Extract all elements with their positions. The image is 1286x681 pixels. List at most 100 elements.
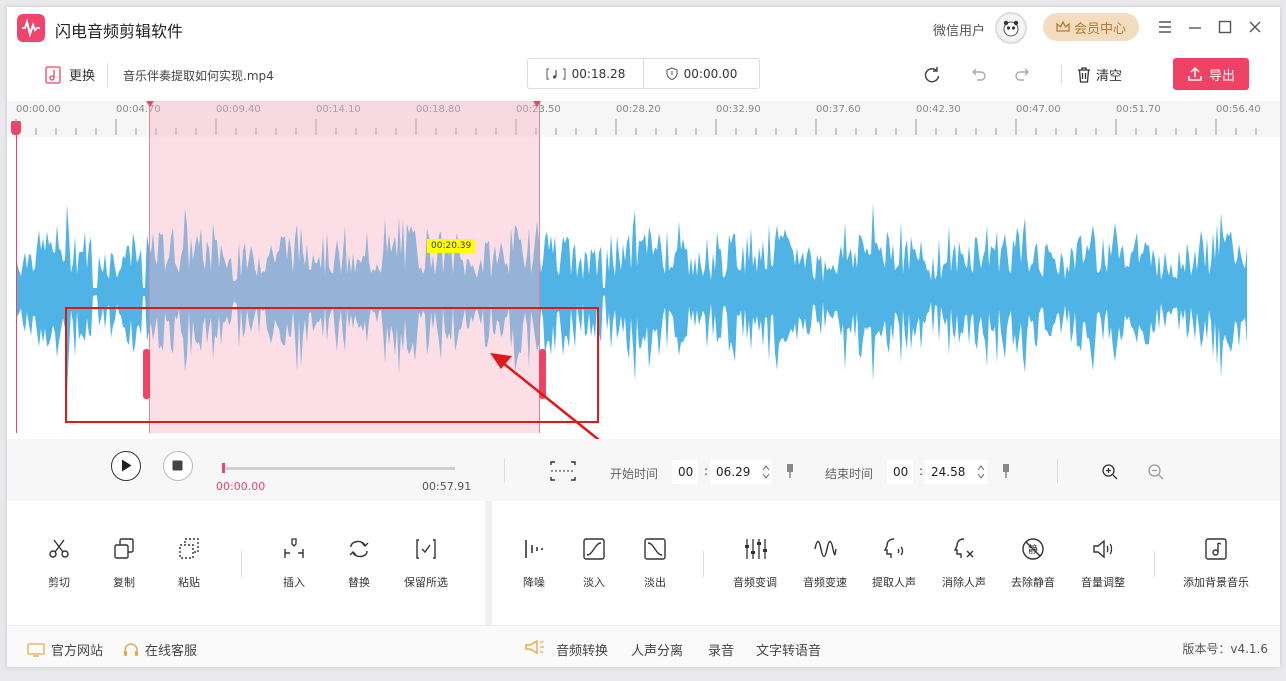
vip-center-button[interactable]: 会员中心 (1043, 13, 1139, 41)
tool-scissors[interactable]: 剪切 (27, 537, 91, 590)
tool-label: 复制 (113, 576, 135, 589)
app-title: 闪电音频剪辑软件 (55, 22, 184, 41)
tool-label: 音频变速 (803, 576, 847, 589)
close-icon[interactable] (1247, 19, 1263, 35)
divider (107, 63, 108, 87)
footer: 官方网站 在线客服 音频转换 人声分离 录音 文字转语音 版本号：v4.1.6 (7, 625, 1280, 667)
user-name[interactable]: 微信用户 (933, 20, 985, 39)
maximize-icon[interactable] (1217, 19, 1233, 35)
footer-link-record[interactable]: 录音 (708, 640, 734, 659)
tool-volume[interactable]: 音量调整 (1071, 537, 1135, 590)
tool-label: 剪切 (48, 576, 70, 589)
replace-icon (349, 540, 369, 558)
divider (1057, 459, 1058, 483)
end-pin-icon[interactable] (1001, 463, 1011, 479)
time-colon: : (919, 464, 924, 478)
trash-icon (1078, 66, 1090, 83)
tool-keep-selection[interactable]: 保留所选 (394, 537, 458, 590)
tool-remove-silence[interactable]: 静去除静音 (1001, 537, 1065, 590)
refresh-icon[interactable] (922, 65, 942, 85)
fade-in-icon (583, 538, 605, 560)
tool-label: 音频变调 (733, 576, 777, 589)
tool-label: 消除人声 (942, 576, 986, 589)
replace-file-button[interactable]: 更换 (45, 65, 95, 84)
zoom-out-icon[interactable] (1147, 463, 1165, 481)
tool-copy[interactable]: 复制 (92, 537, 156, 590)
divider (241, 551, 242, 577)
remove-voice-icon (953, 538, 974, 558)
tool-remove-voice[interactable]: 消除人声 (932, 537, 996, 590)
current-time: 00:00.00 (216, 480, 266, 493)
waveform-editor[interactable]: 00:00.00 00:04.70 00:09.40 00:14.10 00:18.80… (7, 101, 1280, 586)
tool-label: 粘贴 (178, 576, 200, 589)
end-minute-input[interactable]: 00 (887, 460, 913, 484)
start-pin-icon[interactable] (785, 463, 795, 479)
progress-handle[interactable] (222, 463, 225, 473)
headset-icon (124, 642, 138, 656)
note-bracket-icon (546, 68, 566, 79)
paste-icon (179, 538, 199, 559)
start-minute-input[interactable]: 00 (672, 460, 698, 484)
tool-label: 添加背景音乐 (1183, 576, 1249, 589)
tool-paste[interactable]: 粘贴 (157, 537, 221, 590)
start-spinner-icon[interactable] (762, 463, 770, 481)
end-spinner-icon[interactable] (977, 463, 985, 481)
redo-icon[interactable] (1013, 65, 1033, 85)
online-support-link[interactable]: 在线客服 (123, 640, 197, 659)
edit-tools-panel: 剪切 复制 粘贴 插入 替换 保留所选 降噪 淡入 淡出 音频变调 音频变速 提取人声 消除人声 静去除静… (7, 501, 1280, 625)
time-display: 00:18.28 00:00.00 (527, 58, 760, 89)
playback-progress[interactable] (222, 467, 455, 470)
tool-replace[interactable]: 替换 (327, 537, 391, 590)
avatar[interactable] (995, 12, 1027, 44)
official-website-label: 官方网站 (51, 644, 104, 659)
bg-music-icon (1205, 538, 1227, 560)
undo-icon[interactable] (968, 65, 988, 85)
tool-denoise[interactable]: 降噪 (502, 537, 566, 590)
tool-label: 替换 (348, 576, 370, 589)
zoom-in-icon[interactable] (1101, 463, 1119, 481)
tool-fade-in[interactable]: 淡入 (562, 537, 626, 590)
copy-icon (114, 538, 134, 559)
tool-label: 淡入 (583, 576, 605, 589)
play-button[interactable] (111, 451, 141, 481)
tool-extract-voice[interactable]: 提取人声 (862, 537, 926, 590)
footer-link-voice-separation[interactable]: 人声分离 (631, 640, 683, 659)
fade-out-icon (644, 538, 666, 560)
svg-text:静: 静 (1028, 543, 1038, 556)
select-range-icon[interactable] (550, 461, 576, 481)
official-website-link[interactable]: 官方网站 (27, 640, 103, 659)
tool-label: 音量调整 (1081, 576, 1125, 589)
divider (703, 551, 704, 577)
footer-link-audio-convert[interactable]: 音频转换 (556, 640, 608, 659)
tool-bg-music[interactable]: 添加背景音乐 (1176, 537, 1256, 590)
replace-label: 更换 (69, 69, 96, 84)
toolbar: 更换 音乐伴奏提取如何实现.mp4 00:18.28 00:00.00 清空 导… (7, 49, 1280, 101)
online-support-label: 在线客服 (145, 644, 198, 659)
divider (504, 459, 505, 483)
tool-label: 降噪 (523, 576, 545, 589)
minimize-icon[interactable] (1187, 19, 1203, 35)
tool-speed[interactable]: 音频变速 (793, 537, 857, 590)
menu-icon[interactable] (1157, 19, 1173, 35)
tool-insert[interactable]: 插入 (262, 537, 326, 590)
stop-icon (172, 460, 183, 471)
tool-label: 提取人声 (872, 576, 916, 589)
announcement-icon (525, 639, 544, 655)
tool-fade-out[interactable]: 淡出 (623, 537, 687, 590)
duration-time: 00:18.28 (571, 66, 626, 81)
play-icon (122, 459, 132, 472)
export-button[interactable]: 导出 (1173, 58, 1249, 90)
keep-selection-icon (416, 539, 436, 559)
stop-button[interactable] (163, 451, 193, 481)
divider (1154, 551, 1155, 577)
clear-button[interactable]: 清空 (1077, 65, 1122, 84)
tool-label: 插入 (283, 576, 305, 589)
crown-icon (1056, 21, 1070, 32)
end-time-label: 结束时间 (825, 467, 874, 481)
file-name: 音乐伴奏提取如何实现.mp4 (123, 69, 274, 83)
footer-link-text-to-speech[interactable]: 文字转语音 (756, 640, 821, 659)
title-bar: 闪电音频剪辑软件 微信用户 会员中心 (7, 7, 1280, 49)
tool-pitch[interactable]: 音频变调 (723, 537, 787, 590)
transport-bar: 00:00.00 00:57.91 开始时间 00 : 06.29 结束时间 0… (7, 439, 1280, 501)
upload-icon (1188, 66, 1202, 81)
